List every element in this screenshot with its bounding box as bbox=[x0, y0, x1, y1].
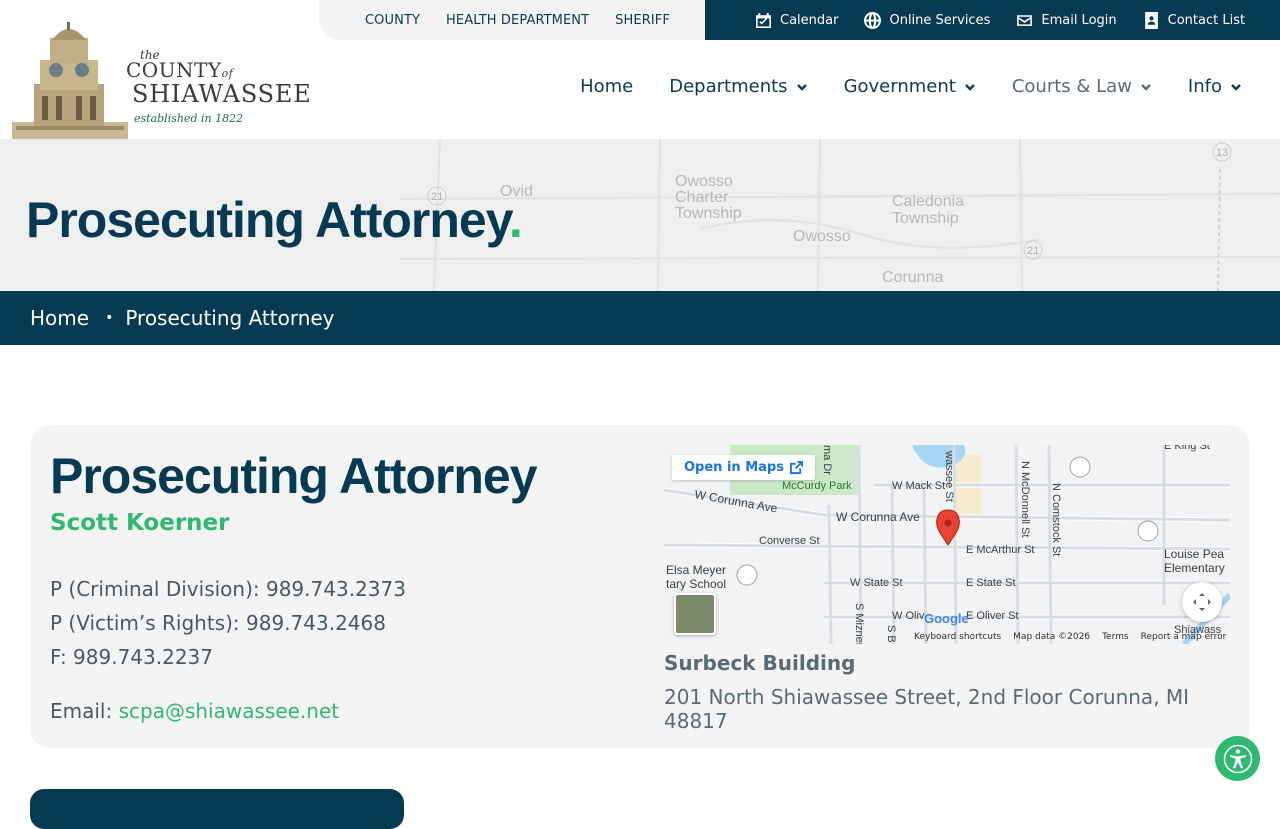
map-terms-link[interactable]: Terms bbox=[1102, 632, 1129, 642]
svg-text:ma Dr: ma Dr bbox=[821, 445, 833, 475]
logo-established: established in 1822 bbox=[134, 112, 244, 125]
building-name: Surbeck Building bbox=[664, 651, 856, 675]
utility-link-sheriff[interactable]: SHERIFF bbox=[615, 13, 670, 28]
online-services-link[interactable]: Online Services bbox=[864, 11, 991, 29]
chevron-down-icon bbox=[1141, 83, 1151, 91]
phone-victim: P (Victim’s Rights): 989.743.2468 bbox=[50, 611, 386, 635]
hero-map-label: Owosso bbox=[675, 173, 733, 190]
office-person: Scott Koerner bbox=[50, 510, 230, 536]
svg-text:McCurdy Park: McCurdy Park bbox=[782, 480, 852, 492]
calendar-icon bbox=[756, 12, 771, 28]
svg-text:13: 13 bbox=[1216, 147, 1228, 159]
svg-text:Louise Pea: Louise Pea bbox=[1164, 547, 1224, 561]
svg-text:E King St: E King St bbox=[1164, 445, 1210, 452]
svg-text:Township: Township bbox=[675, 205, 742, 222]
page-title: Prosecuting Attorney. bbox=[26, 192, 523, 248]
email-line: Email: scpa@shiawassee.net bbox=[50, 699, 340, 723]
svg-text:W Oliv: W Oliv bbox=[892, 610, 925, 622]
svg-text:Google: Google bbox=[924, 611, 969, 626]
office-title: Prosecuting Attorney bbox=[50, 448, 538, 504]
svg-text:E State St: E State St bbox=[966, 577, 1016, 589]
open-in-maps-button[interactable]: Open in Maps bbox=[672, 455, 815, 480]
svg-text:S Mizner: S Mizner bbox=[853, 603, 865, 644]
globe-icon bbox=[864, 11, 882, 29]
contact-list-label: Contact List bbox=[1167, 12, 1246, 28]
location-map[interactable]: McCurdy Park W Mack St W Corunna Ave W C… bbox=[664, 445, 1230, 644]
external-link-icon bbox=[789, 461, 803, 474]
utility-nav-left: COUNTY HEALTH DEPARTMENT SHERIFF bbox=[319, 0, 705, 40]
phone-criminal: P (Criminal Division): 989.743.2373 bbox=[50, 577, 406, 601]
utility-nav-right: Calendar Online Services Email Login Con… bbox=[705, 0, 1280, 40]
svg-text:S B: S B bbox=[885, 625, 897, 643]
map-footer: Keyboard shortcuts Map data ©2026 Terms … bbox=[914, 632, 1226, 642]
fax-number: F: 989.743.2237 bbox=[50, 645, 214, 669]
breadcrumb-home[interactable]: Home bbox=[30, 306, 89, 330]
map-data-credit: Map data ©2026 bbox=[1013, 632, 1091, 642]
nav-home[interactable]: Home bbox=[580, 76, 633, 97]
contact-list-link[interactable]: Contact List bbox=[1143, 11, 1246, 29]
nav-courts-law[interactable]: Courts & Law bbox=[1012, 76, 1152, 97]
utility-link-county[interactable]: COUNTY bbox=[365, 13, 420, 28]
logo-name: SHIAWASSEE bbox=[132, 80, 312, 108]
map-fullscreen-button[interactable] bbox=[1182, 582, 1222, 622]
svg-text:Converse St: Converse St bbox=[759, 535, 820, 547]
logo-county: COUNTYof bbox=[126, 58, 234, 82]
svg-text:tary School: tary School bbox=[666, 577, 726, 591]
svg-text:wassee St: wassee St bbox=[943, 450, 955, 502]
email-login-label: Email Login bbox=[1041, 12, 1117, 28]
chevron-down-icon bbox=[796, 83, 807, 91]
building-address: 201 North Shiawassee Street, 2nd Floor C… bbox=[664, 685, 1190, 733]
svg-text:N Comstock St: N Comstock St bbox=[1050, 483, 1062, 556]
svg-text:Charter: Charter bbox=[675, 189, 729, 206]
main-nav: Home Departments Government Courts & Law… bbox=[580, 76, 1242, 97]
hero-banner: Ovid Owosso Charter Township Caledonia T… bbox=[0, 139, 1280, 291]
svg-text:W Mack St: W Mack St bbox=[892, 480, 945, 492]
svg-text:W Corunna Ave: W Corunna Ave bbox=[836, 510, 920, 524]
courthouse-tower-icon bbox=[12, 22, 128, 139]
svg-text:Caledonia: Caledonia bbox=[892, 193, 964, 210]
hero-map-label: Owosso bbox=[793, 228, 851, 245]
breadcrumb: Home • Prosecuting Attorney bbox=[0, 291, 1280, 345]
next-section-button[interactable] bbox=[30, 789, 404, 829]
contact-book-icon bbox=[1144, 11, 1158, 29]
breadcrumb-current: Prosecuting Attorney bbox=[125, 306, 335, 330]
email-login-link[interactable]: Email Login bbox=[1016, 12, 1117, 29]
chevron-down-icon bbox=[964, 83, 975, 91]
email-link[interactable]: scpa@shiawassee.net bbox=[119, 699, 340, 723]
move-arrows-icon bbox=[1193, 593, 1211, 611]
svg-text:E McArthur St: E McArthur St bbox=[966, 544, 1034, 556]
calendar-link[interactable]: Calendar bbox=[755, 12, 838, 29]
nav-government[interactable]: Government bbox=[844, 76, 976, 97]
map-keyboard-shortcuts[interactable]: Keyboard shortcuts bbox=[914, 632, 1001, 642]
svg-text:21: 21 bbox=[1027, 245, 1039, 257]
hero-background-map: Ovid Owosso Charter Township Caledonia T… bbox=[400, 139, 1280, 291]
svg-text:E Oliver St: E Oliver St bbox=[966, 610, 1019, 622]
mail-icon bbox=[1017, 14, 1033, 26]
satellite-toggle[interactable] bbox=[674, 593, 716, 635]
hero-map-label: Corunna bbox=[882, 269, 943, 286]
chevron-down-icon bbox=[1231, 83, 1241, 91]
online-services-label: Online Services bbox=[889, 12, 991, 28]
accessibility-button[interactable] bbox=[1215, 736, 1260, 781]
svg-text:N McDonnell St: N McDonnell St bbox=[1019, 461, 1031, 537]
map-report-error-link[interactable]: Report a map error bbox=[1141, 632, 1227, 642]
nav-departments[interactable]: Departments bbox=[669, 76, 807, 97]
breadcrumb-separator: • bbox=[105, 310, 114, 326]
county-logo[interactable]: the COUNTYof SHIAWASSEE established in 1… bbox=[12, 22, 322, 139]
office-card: Prosecuting Attorney Scott Koerner P (Cr… bbox=[30, 425, 1250, 748]
svg-text:Elementary: Elementary bbox=[1164, 561, 1225, 575]
svg-text:Township: Township bbox=[892, 210, 959, 227]
utility-link-health-department[interactable]: HEALTH DEPARTMENT bbox=[446, 13, 589, 28]
nav-info[interactable]: Info bbox=[1188, 76, 1242, 97]
svg-text:W State St: W State St bbox=[850, 577, 903, 589]
calendar-label: Calendar bbox=[780, 12, 839, 28]
accessibility-icon bbox=[1223, 744, 1252, 773]
svg-text:Elsa Meyer: Elsa Meyer bbox=[666, 563, 726, 577]
